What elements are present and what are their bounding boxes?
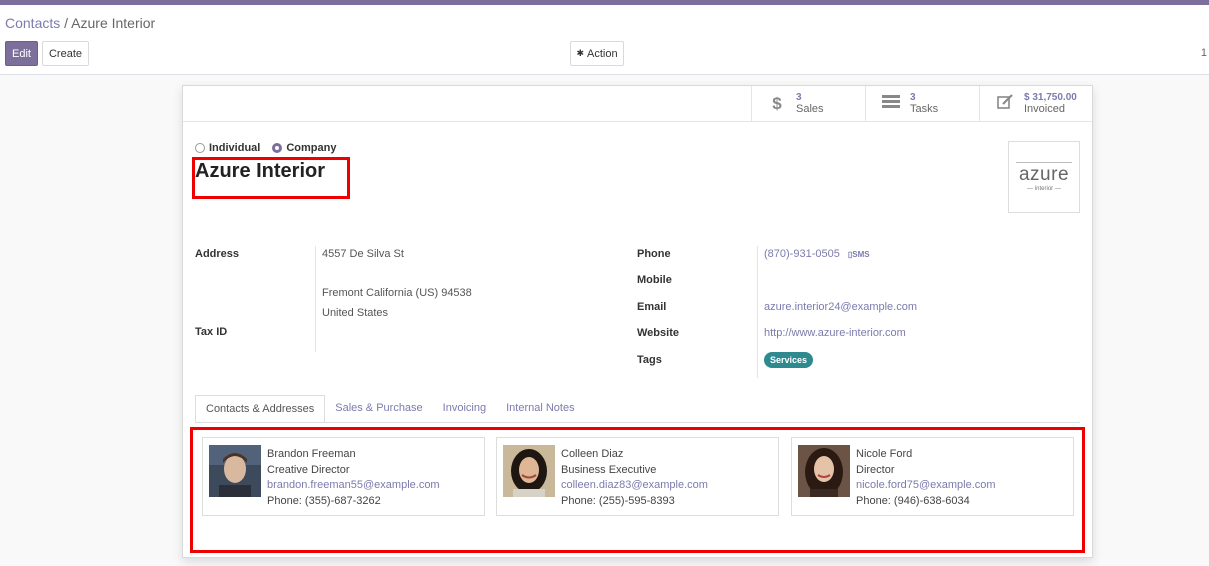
contact-phone: Phone: (946)-638-6034 [856, 494, 970, 507]
contact-info: Colleen Diaz Business Executive colleen.… [561, 447, 708, 509]
contact-info: Nicole Ford Director nicole.ford75@examp… [856, 447, 996, 509]
control-panel: Contacts / Azure Interior Edit Create ✱ … [0, 5, 1209, 75]
contact-name: Colleen Diaz [561, 448, 624, 460]
tab-sales-purchase[interactable]: Sales & Purchase [325, 395, 432, 423]
notebook-tabs: Contacts & Addresses Sales & Purchase In… [195, 395, 585, 423]
invoiced-label: Invoiced [1024, 103, 1065, 115]
sms-button[interactable]: ▯SMS [848, 250, 870, 259]
phone-row: (870)-931-0505 ▯SMS [764, 248, 870, 260]
contact-name: Brandon Freeman [267, 448, 356, 460]
sales-smart-button[interactable]: $ 3 Sales [751, 86, 865, 121]
right-divider [757, 246, 758, 378]
action-button[interactable]: ✱ Action [570, 41, 624, 66]
contact-role: Business Executive [561, 463, 657, 476]
left-divider [315, 246, 316, 352]
pager[interactable]: 1 [1201, 47, 1207, 59]
company-type-radio-group: Individual Company [195, 142, 336, 154]
country-field: United States [322, 307, 389, 319]
action-label: Action [586, 47, 618, 60]
tags-label: Tags [637, 354, 662, 366]
taxid-label: Tax ID [195, 326, 228, 338]
tasks-count: 3 [910, 92, 916, 103]
website-field[interactable]: http://www.azure-interior.com [764, 327, 906, 339]
radio-individual-label: Individual [209, 142, 261, 154]
contact-card-brandon[interactable]: Brandon Freeman Creative Director brando… [202, 437, 485, 516]
dollar-icon: $ [772, 93, 782, 113]
contact-email[interactable]: nicole.ford75@example.com [856, 478, 996, 494]
company-logo[interactable]: azure — interior — [1008, 141, 1080, 213]
radio-individual-circle[interactable] [195, 143, 205, 153]
contact-role: Creative Director [267, 463, 350, 476]
radio-company-label: Company [286, 142, 337, 154]
tasks-icon [880, 94, 902, 114]
tab-divider [195, 422, 1080, 423]
contact-info: Brandon Freeman Creative Director brando… [267, 447, 440, 509]
phone-field[interactable]: (870)-931-0505 [764, 248, 840, 260]
edit-button[interactable]: Edit [5, 41, 38, 66]
website-label: Website [637, 327, 679, 339]
tab-contacts-addresses[interactable]: Contacts & Addresses [195, 395, 326, 423]
tag-badge[interactable]: Services [764, 352, 814, 368]
gear-icon: ✱ [576, 48, 584, 58]
logo-sub: — interior — [1027, 186, 1061, 192]
phone-label: Phone [637, 248, 671, 260]
contact-card-colleen[interactable]: Colleen Diaz Business Executive colleen.… [496, 437, 779, 516]
address-label: Address [195, 248, 240, 260]
radio-company[interactable]: Company [272, 142, 336, 154]
email-label: Email [637, 301, 667, 313]
highlight-box-name [192, 157, 350, 199]
avatar [503, 445, 555, 497]
radio-individual[interactable]: Individual [195, 142, 260, 154]
contact-name: Nicole Ford [856, 448, 913, 460]
breadcrumb-contacts-link[interactable]: Contacts [5, 15, 60, 31]
email-field[interactable]: azure.interior24@example.com [764, 301, 917, 313]
contact-role: Director [856, 463, 895, 476]
contact-phone: Phone: (255)-595-8393 [561, 494, 675, 507]
contact-phone: Phone: (355)-687-3262 [267, 494, 381, 507]
contact-email[interactable]: colleen.diaz83@example.com [561, 478, 708, 494]
sales-label: Sales [796, 103, 824, 115]
breadcrumb: Contacts / Azure Interior [5, 15, 155, 31]
city-line-field: Fremont California (US) 94538 [322, 287, 472, 299]
breadcrumb-separator: / [60, 15, 72, 31]
radio-company-circle[interactable] [272, 143, 283, 153]
tab-internal-notes[interactable]: Internal Notes [496, 395, 584, 423]
avatar [209, 445, 261, 497]
smart-button-box: $ 3 Sales 3 Tasks $ 31,750.00 Invoiced [183, 86, 1092, 122]
contact-card-nicole[interactable]: Nicole Ford Director nicole.ford75@examp… [791, 437, 1074, 516]
tab-invoicing[interactable]: Invoicing [433, 395, 496, 423]
tasks-smart-button[interactable]: 3 Tasks [865, 86, 979, 121]
invoiced-smart-button[interactable]: $ 31,750.00 Invoiced [979, 86, 1093, 121]
breadcrumb-current: Azure Interior [71, 15, 156, 31]
form-sheet: $ 3 Sales 3 Tasks $ 31,750.00 Invoiced I… [182, 85, 1093, 558]
mobile-label: Mobile [637, 274, 672, 286]
avatar [798, 445, 850, 497]
sms-label: SMS [852, 250, 870, 259]
tasks-label: Tasks [910, 103, 939, 115]
invoiced-amount: $ 31,750.00 [1024, 92, 1077, 103]
contact-email[interactable]: brandon.freeman55@example.com [267, 478, 440, 494]
sales-count: 3 [796, 92, 802, 103]
street-field: 4557 De Silva St [322, 248, 404, 260]
logo-word: azure [1016, 162, 1072, 185]
invoice-edit-icon [994, 93, 1016, 114]
create-button[interactable]: Create [42, 41, 89, 66]
